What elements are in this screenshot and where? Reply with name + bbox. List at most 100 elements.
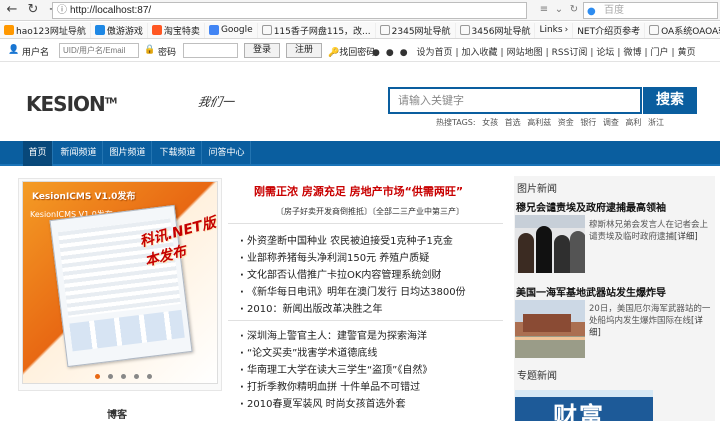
protest-photo[interactable] [515,215,585,273]
nav-home[interactable]: 首页 [23,141,53,166]
weibo-link[interactable]: 微博 [620,48,644,58]
qq-icon[interactable]: ● [369,48,383,58]
photo-news-headline[interactable]: 美国一海军基地武器站发生爆炸导 [516,284,666,299]
register-button[interactable]: 注册 [286,43,322,58]
news-link[interactable]: 打折季教你精明血拼 十件单品不可错过 [240,379,498,396]
sitemap-link[interactable]: 网站地图 [504,48,546,58]
news-link[interactable]: 业部称养猪每头净利润150元 养殖户质疑 [240,250,498,267]
topic-banner-text: 财富 [553,402,605,421]
site-search-button[interactable]: 搜索 [643,87,697,114]
news-link[interactable]: 华南理工大学在读大三学生“盗顶”《自然》 [240,362,498,379]
bookmark-item[interactable]: hao123网址导航 [0,22,91,38]
forum-link[interactable]: 论坛 [593,48,617,58]
news-link[interactable]: 外资垄断中国种业 农民被迫接受1克种子1克金 [240,233,498,250]
main-navigation: 首页 新闻频道 图片频道 下载频道 问答中心 [0,141,720,166]
bookmark-item[interactable]: 115香子网盘115，改... [258,22,376,38]
share-icon[interactable]: ● [397,48,411,58]
bookmark-item[interactable]: 淘宝特卖 [148,22,205,38]
topic-news-title: 专题新闻 [517,371,557,382]
hot-tag[interactable]: 首选 [505,118,521,127]
yellowpages-link[interactable]: 黄页 [675,48,699,58]
slide-dot[interactable] [121,374,126,379]
baidu-icon: ● [587,6,596,17]
hot-tag[interactable]: 高利兹 [527,118,551,127]
topic-banner[interactable]: 财富 [515,390,653,421]
password-input[interactable] [183,43,238,58]
bookmark-item[interactable]: Google [205,22,258,38]
browser-search-box[interactable]: ● 百度 [583,2,718,19]
top-links: ● ● ● 设为首页 | 加入收藏 | 网站地图 | RSS订阅 | 论坛 | 微博 | 门户 | 黄页 [369,45,699,58]
news-link[interactable]: 2010春夏军装风 时尚女孩首选外套 [240,396,498,413]
set-homepage-link[interactable]: 设为首页 [413,48,455,58]
slide-dot[interactable] [134,374,139,379]
nav-images[interactable]: 图片频道 [104,141,152,166]
slide-dot[interactable] [108,374,113,379]
slide-dot[interactable] [147,374,152,379]
key-icon: 🔑 [328,48,340,58]
news-link[interactable]: 2010：新闻出版改革决胜之年 [240,301,498,318]
page-icon [649,25,660,35]
bookmark-link[interactable]: 加入收藏 [459,48,501,58]
photo-news-title: 图片新闻 [517,184,557,195]
details-link[interactable]: [详细] [674,232,698,242]
user-login-bar: 👤 用户名 🔒 密码 登录 注册 🔑找回密码 ●●● 设为首页|加入收藏|网站地… [0,40,720,62]
password-label: 密码 [158,48,177,58]
hot-tag[interactable]: 女孩 [482,118,498,127]
lock-icon: 🔒 [144,45,156,55]
site-logo[interactable]: KESIONTM [26,92,117,116]
address-bar[interactable]: http://localhost:87/ [52,2,527,19]
portal-link[interactable]: 门户 [648,48,672,58]
back-icon[interactable]: ← [5,3,19,17]
hot-tag[interactable]: 银行 [580,118,596,127]
slide-title: KesionICMS V1.0发布 [32,192,136,202]
username-input[interactable] [59,43,139,58]
nav-downloads[interactable]: 下载频道 [154,141,202,166]
subheadline[interactable]: 〔房子好卖开发商倒推抵〕〔全部二三产业中第三产〕 [276,206,464,217]
weibo-icon[interactable]: ● [383,48,397,58]
refresh-icon[interactable]: ↻ [26,3,40,17]
rss-link[interactable]: RSS订阅 [549,48,591,58]
news-link[interactable]: 《新华每日电讯》明年在澳门发行 日均达3800份 [240,284,498,301]
naval-base-photo[interactable] [515,300,585,358]
hot-tag[interactable]: 高利 [625,118,641,127]
news-link[interactable]: 深圳海上警官主人：建警官是为探索海洋 [240,328,498,345]
news-list: 外资垄断中国种业 农民被迫接受1克种子1克金 业部称养猪每头净利润150元 养殖… [240,233,498,318]
photo-news-headline[interactable]: 穆兄会谴责埃及政府逮捕最高领袖 [516,199,666,214]
site-search-input[interactable]: 请输入关键字 [388,87,642,114]
bookmark-item[interactable]: Links › [535,22,574,38]
slide-dots [95,374,152,379]
hot-tag[interactable]: 资金 [558,118,574,127]
photo-news-summary: 20日，美国厄尔海军武器站的一处船坞内发生爆炸国际在线[详细] [589,304,711,338]
menu-icon[interactable]: ≡ [537,4,551,17]
bookmark-bar: hao123网址导航 傲游游戏 淘宝特卖 Google 115香子网盘115，改… [0,22,720,39]
refresh-small-icon[interactable]: ↻ [567,4,581,17]
hot-tag[interactable]: 调查 [603,118,619,127]
bookmark-item[interactable]: 3456网址导航 [456,22,536,38]
news-link[interactable]: “论文买卖”戕害学术道德底线 [240,345,498,362]
signature-image: 我们一 [196,95,236,109]
slide-image[interactable]: KesionICMS V1.0发布 KesionICMS V1.0发布 科讯.N… [22,181,218,384]
page-icon [379,25,390,35]
bookmark-item[interactable]: 傲游游戏 [91,22,148,38]
page-icon [459,25,470,35]
browser-search-placeholder: 百度 [604,5,624,16]
bookmark-item[interactable]: OA系统OAOA软件... [645,23,720,38]
bookmark-item[interactable]: 2345网址导航 [376,22,456,38]
hot-tag[interactable]: 浙江 [648,118,664,127]
page-icon [261,25,272,35]
nav-qa[interactable]: 问答中心 [203,141,251,166]
game-icon [94,25,105,35]
slide-dot[interactable] [95,374,100,379]
login-button[interactable]: 登录 [244,43,280,58]
news-link[interactable]: 文化部否认借推广卡拉OK内容管理系统剑财 [240,267,498,284]
user-icon: 👤 [8,45,20,55]
nav-news[interactable]: 新闻频道 [55,141,103,166]
headline-link[interactable]: 刚需正浓 房源充足 房地产市场“供需两旺” [254,186,481,198]
blog-section-title: 博客 [107,410,127,421]
bookmark-item[interactable]: NET介绍页参考 [573,22,646,38]
dropdown-icon[interactable]: ⌄ [552,4,566,17]
google-icon [208,25,219,35]
news-list-secondary: 深圳海上警官主人：建警官是为探索海洋 “论文买卖”戕害学术道德底线 华南理工大学… [240,328,498,413]
hot-tags: 热搜TAGS: 女孩 首选 高利兹 资金 银行 调查 高利 浙江 [436,118,664,127]
chevron-right-icon: › [564,25,569,35]
